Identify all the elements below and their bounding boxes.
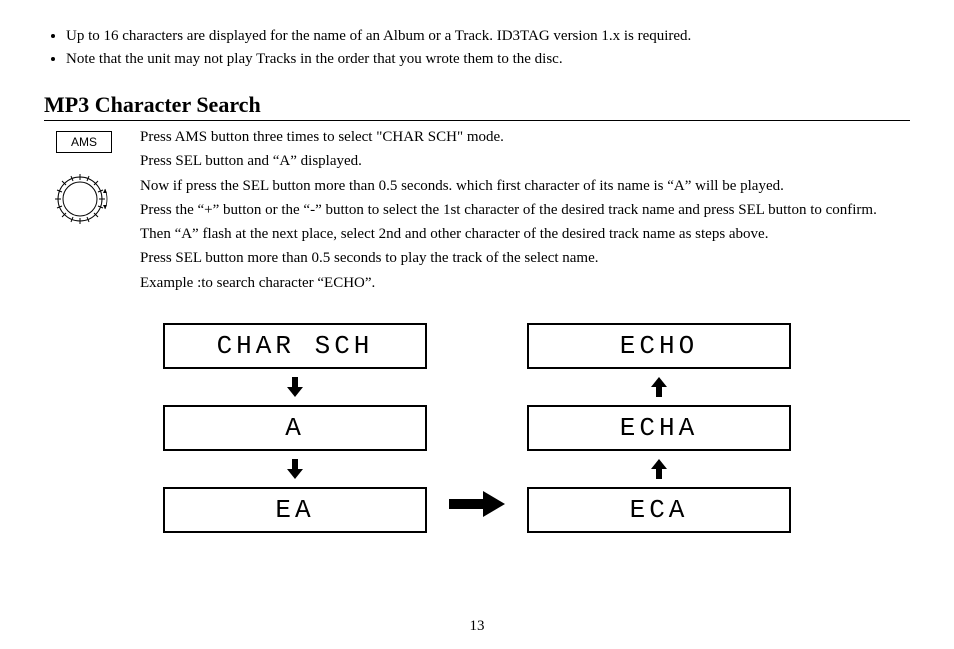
note-item: Up to 16 characters are displayed for th… xyxy=(66,28,910,45)
section-rule xyxy=(44,120,910,121)
instruction-line: Press AMS button three times to select "… xyxy=(140,127,910,147)
instruction-line: Example :to search character “ECHO”. xyxy=(140,273,910,293)
arrow-up-icon xyxy=(647,375,671,399)
lcd-text: ECHO xyxy=(620,331,698,361)
arrow-right-icon xyxy=(447,483,507,525)
instruction-line: Press SEL button and “A” displayed. xyxy=(140,151,910,171)
rotary-dial-icon xyxy=(50,169,140,238)
instructions-block: Press AMS button three times to select "… xyxy=(140,127,910,297)
lcd-display: CHAR SCH xyxy=(163,323,427,369)
lcd-display: A xyxy=(163,405,427,451)
arrow-down-icon xyxy=(283,457,307,481)
lcd-text: ECHA xyxy=(620,413,698,443)
lcd-display: ECHA xyxy=(527,405,791,451)
lcd-text: EA xyxy=(275,495,314,525)
page-number: 13 xyxy=(0,618,954,635)
ams-button-label: AMS xyxy=(71,135,97,149)
arrow-down-icon xyxy=(283,375,307,399)
note-item: Note that the unit may not play Tracks i… xyxy=(66,51,910,68)
instruction-line: Now if press the SEL button more than 0.… xyxy=(140,176,910,196)
lcd-text: A xyxy=(285,413,305,443)
lcd-display: ECA xyxy=(527,487,791,533)
lcd-text: ECA xyxy=(630,495,689,525)
lcd-text: CHAR SCH xyxy=(217,331,374,361)
instruction-line: Press the “+” button or the “-” button t… xyxy=(140,200,910,220)
notes-list: Up to 16 characters are displayed for th… xyxy=(66,28,910,68)
section-title: MP3 Character Search xyxy=(44,92,910,118)
ams-button-graphic: AMS xyxy=(56,131,112,153)
char-search-diagram: CHAR SCH A EA ECHO xyxy=(44,323,910,533)
lcd-display: ECHO xyxy=(527,323,791,369)
instruction-line: Then “A” flash at the next place, select… xyxy=(140,224,910,244)
instruction-line: Press SEL button more than 0.5 seconds t… xyxy=(140,248,910,268)
lcd-display: EA xyxy=(163,487,427,533)
arrow-up-icon xyxy=(647,457,671,481)
